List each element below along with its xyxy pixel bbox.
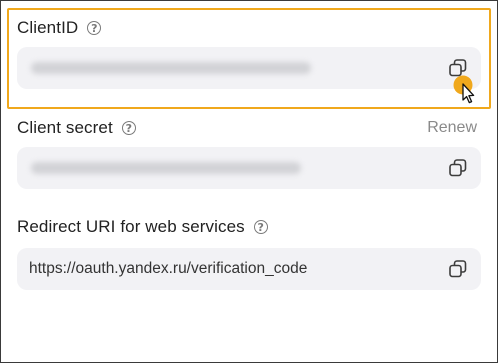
- redirect-uri-section: Redirect URI for web services ? https://…: [17, 216, 481, 290]
- mouse-pointer-icon: [453, 75, 475, 104]
- redirect-uri-label: Redirect URI for web services: [17, 217, 245, 236]
- redirect-uri-value: https://oauth.yandex.ru/verification_cod…: [29, 260, 308, 277]
- renew-button[interactable]: Renew: [427, 119, 477, 137]
- client-secret-value-redacted: [31, 162, 301, 174]
- client-id-highlight: [7, 8, 491, 109]
- client-secret-field[interactable]: [17, 147, 481, 189]
- client-secret-label: Client secret: [17, 118, 113, 137]
- client-secret-help-icon[interactable]: ?: [121, 121, 136, 135]
- redirect-uri-copy-icon[interactable]: [449, 260, 467, 278]
- app-panel: ClientID ? Client secret ? Renew Redirec…: [0, 0, 498, 363]
- client-secret-section: Client secret ? Renew: [17, 117, 481, 189]
- redirect-uri-field[interactable]: https://oauth.yandex.ru/verification_cod…: [17, 248, 481, 290]
- client-secret-copy-icon[interactable]: [449, 159, 467, 177]
- redirect-uri-help-icon[interactable]: ?: [253, 220, 268, 234]
